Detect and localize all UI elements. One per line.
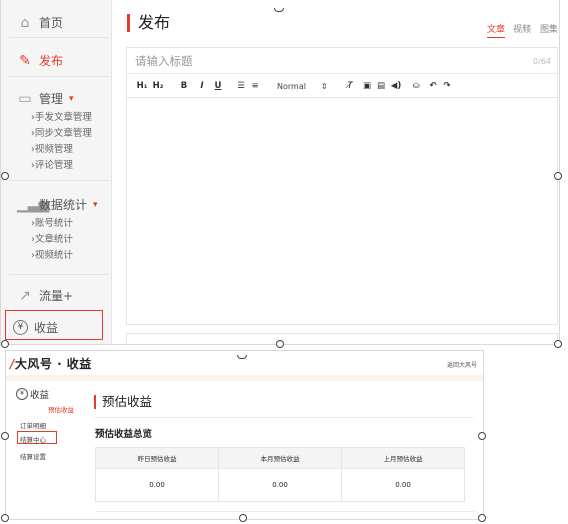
folder-icon: ▭ bbox=[18, 90, 32, 107]
clear-format-icon[interactable]: T̸ bbox=[343, 81, 357, 91]
highlight-box bbox=[17, 431, 57, 444]
italic-button[interactable]: I bbox=[197, 81, 207, 91]
resize-handle[interactable] bbox=[1, 432, 9, 440]
divider bbox=[9, 274, 109, 275]
basket-icon[interactable]: ⛀ bbox=[409, 81, 423, 91]
audio-icon[interactable]: ◀) bbox=[389, 81, 403, 91]
yen-icon: ¥ bbox=[13, 320, 28, 335]
publish-page-panel: ⌂ 首页 ✎ 发布 ▭ 管理 ▾ ›手发文章管理 ›同步文章管理 ›视频管理 ›… bbox=[0, 0, 560, 345]
sidebar-subitem-sync-articles[interactable]: ›同步文章管理 bbox=[31, 126, 92, 142]
table-header-row: 昨日预估收益 本月预估收益 上月预估收益 bbox=[95, 447, 465, 469]
sidebar-item-label: 首页 bbox=[39, 16, 64, 30]
editor-toolbar: H₁ H₂ B I U ☰ ≡ Normal ⇕ T̸ ▣ ▤ ◀) ⛀ ↶ ↷ bbox=[127, 75, 557, 98]
title-input[interactable] bbox=[127, 48, 557, 74]
tab-gallery[interactable]: 图集 bbox=[540, 22, 558, 35]
tab-article[interactable]: 文章 bbox=[487, 22, 506, 38]
sidebar-subitem-manual-articles[interactable]: ›手发文章管理 bbox=[31, 110, 92, 126]
redo-icon[interactable]: ↷ bbox=[441, 81, 453, 91]
ordered-list-icon[interactable]: ☰ bbox=[235, 81, 247, 91]
bold-button[interactable]: B bbox=[179, 81, 189, 91]
column-header: 昨日预估收益 bbox=[95, 447, 219, 469]
heading2-button[interactable]: H₂ bbox=[151, 81, 165, 91]
format-select[interactable]: Normal bbox=[277, 82, 321, 91]
sidebar-item-home[interactable]: ⌂ 首页 bbox=[17, 14, 63, 31]
sidebar-item-order-details[interactable]: 订单明细 bbox=[20, 420, 46, 430]
bar-chart-icon: ▁▃▅ bbox=[17, 196, 50, 213]
resize-handle[interactable] bbox=[239, 514, 247, 522]
edit-icon: ✎ bbox=[19, 52, 31, 69]
column-header: 本月预估收益 bbox=[218, 447, 342, 469]
page-title: 发布 bbox=[127, 14, 170, 32]
yesterday-income-value: 0.00 bbox=[95, 468, 219, 502]
sidebar-item-label: 收益 bbox=[34, 321, 59, 335]
month-income-value: 0.00 bbox=[218, 468, 342, 502]
sidebar-item-label: 数据统计 bbox=[39, 198, 88, 212]
sidebar: ⌂ 首页 ✎ 发布 ▭ 管理 ▾ ›手发文章管理 ›同步文章管理 ›视频管理 ›… bbox=[1, 0, 112, 344]
last-month-income-value: 0.00 bbox=[341, 468, 465, 502]
trend-icon: ↗ bbox=[19, 287, 31, 304]
undo-icon[interactable]: ↶ bbox=[427, 81, 439, 91]
sidebar-subitem-comment-manage[interactable]: ›评论管理 bbox=[31, 158, 73, 174]
resize-handle[interactable] bbox=[478, 514, 486, 522]
sidebar-item-traffic[interactable]: ↗ 流量+ bbox=[17, 287, 73, 304]
resize-handle[interactable] bbox=[1, 172, 9, 180]
chevron-down-icon: ▾ bbox=[69, 93, 74, 104]
logo: /大风号 · 收益 bbox=[10, 357, 92, 371]
divider bbox=[9, 180, 109, 181]
resize-handle[interactable] bbox=[478, 432, 486, 440]
char-count: 0/64 bbox=[533, 57, 551, 66]
income-sidebar-title[interactable]: ¥ 收益 bbox=[16, 387, 49, 401]
section-title: 预估收益总览 bbox=[95, 429, 153, 440]
chevron-down-icon: ▾ bbox=[93, 199, 98, 210]
resize-handle[interactable] bbox=[1, 340, 9, 348]
column-header: 上月预估收益 bbox=[341, 447, 465, 469]
divider bbox=[9, 76, 109, 77]
sidebar-item-publish[interactable]: ✎ 发布 bbox=[17, 52, 63, 69]
underline-button[interactable]: U bbox=[213, 81, 223, 91]
heading1-button[interactable]: H₁ bbox=[135, 81, 149, 91]
editor-content-area[interactable] bbox=[127, 98, 557, 324]
sidebar-subitem-video-manage[interactable]: ›视频管理 bbox=[31, 142, 73, 158]
sidebar-subitem-video-stats[interactable]: ›视频统计 bbox=[31, 248, 73, 264]
sidebar-subitem-article-stats[interactable]: ›文章统计 bbox=[31, 232, 73, 248]
divider bbox=[9, 37, 109, 38]
article-editor: 0/64 H₁ H₂ B I U ☰ ≡ Normal ⇕ T̸ ▣ ▤ ◀) … bbox=[126, 47, 558, 325]
resize-handle[interactable] bbox=[1, 514, 9, 522]
sidebar-item-manage[interactable]: ▭ 管理 ▾ bbox=[17, 90, 74, 107]
resize-handle[interactable] bbox=[554, 340, 562, 348]
sidebar-item-label: 管理 bbox=[39, 92, 64, 106]
bullet-list-icon[interactable]: ≡ bbox=[249, 81, 261, 91]
resize-handle[interactable] bbox=[554, 172, 562, 180]
home-icon: ⌂ bbox=[20, 14, 30, 31]
back-link[interactable]: 返回大风号 bbox=[447, 360, 477, 369]
divider bbox=[95, 511, 475, 512]
sidebar-item-label: 发布 bbox=[39, 54, 64, 68]
page-title: 预估收益 bbox=[94, 395, 152, 409]
yen-icon: ¥ bbox=[16, 388, 28, 400]
sidebar-item-label: 流量+ bbox=[39, 289, 74, 303]
sidebar-item-stats[interactable]: ▁▃▅ 数据统计 ▾ bbox=[17, 196, 98, 213]
sidebar-subitem-account-stats[interactable]: ›账号统计 bbox=[31, 216, 73, 232]
sidebar-item-income[interactable]: ¥ 收益 bbox=[13, 319, 58, 336]
video-icon[interactable]: ▤ bbox=[375, 81, 387, 91]
divider bbox=[94, 417, 474, 418]
sidebar-item-estimated-income[interactable]: 预估收益 bbox=[48, 404, 74, 414]
image-icon[interactable]: ▣ bbox=[361, 81, 373, 91]
select-arrows-icon: ⇕ bbox=[321, 81, 328, 91]
income-sidebar bbox=[6, 381, 88, 519]
tab-video[interactable]: 视频 bbox=[513, 22, 531, 35]
sidebar-item-settlement-settings[interactable]: 结算设置 bbox=[20, 451, 46, 461]
income-summary-table: 昨日预估收益 本月预估收益 上月预估收益 0.00 0.00 0.00 bbox=[95, 447, 465, 502]
table-row: 0.00 0.00 0.00 bbox=[95, 468, 465, 502]
cover-section-box bbox=[126, 333, 558, 344]
income-page-panel: /大风号 · 收益 返回大风号 ¥ 收益 预估收益 订单明细 结算中心 结算设置… bbox=[5, 350, 484, 520]
resize-handle[interactable] bbox=[276, 340, 284, 348]
